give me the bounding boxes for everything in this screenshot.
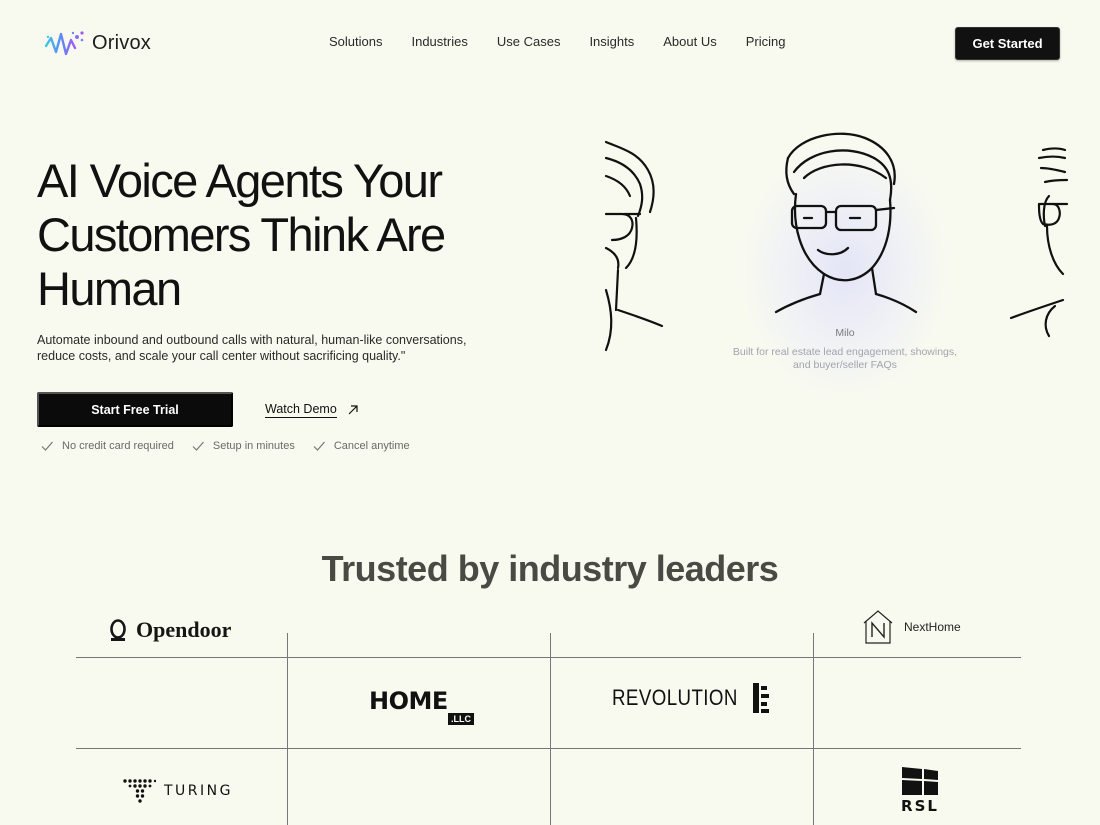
nexthome-house-icon: [863, 610, 893, 644]
perks-list: No credit card required Setup in minutes…: [40, 439, 427, 453]
revolution-wordmark: REVOLUTION: [612, 685, 738, 710]
check-icon: [313, 441, 325, 451]
agent-illustration-prev[interactable]: [600, 140, 680, 360]
perk-item: No credit card required: [40, 439, 174, 453]
perk-item: Setup in minutes: [191, 439, 295, 453]
nav-link-about-us[interactable]: About Us: [663, 34, 716, 49]
waveform-logo-icon: [44, 31, 84, 56]
grid-divider: [813, 633, 814, 825]
agent-portrait-milo: [774, 132, 918, 314]
logo-revolution: REVOLUTION: [612, 682, 770, 714]
logo-turing: TURING: [122, 778, 233, 804]
logo-home-llc: HOME .LLC: [369, 687, 479, 729]
logo-nexthome: NextHome: [862, 609, 961, 645]
brand-name: Orivox: [92, 31, 151, 54]
home-llc-suffix: .LLC: [448, 713, 474, 725]
home-llc-wordmark: HOME: [369, 687, 448, 715]
perk-label: Cancel anytime: [333, 440, 410, 452]
opendoor-mark-icon: [110, 619, 126, 641]
grid-divider: [287, 633, 288, 825]
agent-card-milo[interactable]: Milo Built for real estate lead engageme…: [733, 120, 957, 420]
revolution-building-icon: [753, 683, 770, 713]
hero-subtitle: Automate inbound and outbound calls with…: [37, 333, 467, 363]
check-icon: [192, 441, 204, 451]
perk-label: No credit card required: [62, 440, 174, 452]
logo-opendoor: Opendoor: [109, 617, 231, 643]
nav-link-use-cases[interactable]: Use Cases: [497, 34, 561, 49]
perk-item: Cancel anytime: [312, 439, 410, 453]
nav-link-solutions[interactable]: Solutions: [329, 34, 382, 49]
agent-description: Built for real estate lead engagement, s…: [732, 346, 958, 371]
nav-links: Solutions Industries Use Cases Insights …: [329, 34, 814, 49]
grid-divider: [76, 748, 1021, 749]
rsl-blocks-icon: [902, 767, 938, 795]
arrow-up-right-icon: [348, 405, 358, 415]
brand-logo[interactable]: Orivox: [44, 28, 151, 58]
start-free-trial-button[interactable]: Start Free Trial: [37, 392, 233, 427]
watch-demo-label: Watch Demo: [265, 402, 337, 418]
agent-carousel[interactable]: Milo Built for real estate lead engageme…: [600, 120, 1070, 420]
top-nav: Orivox Solutions Industries Use Cases In…: [0, 0, 1100, 86]
nexthome-wordmark: NextHome: [904, 620, 961, 634]
hero-title: AI Voice Agents Your Customers Think Are…: [37, 154, 446, 315]
turing-wordmark: TURING: [164, 783, 233, 799]
opendoor-wordmark: Opendoor: [136, 617, 232, 642]
check-icon: [41, 441, 53, 451]
trusted-section-title: Trusted by industry leaders: [321, 548, 779, 589]
grid-divider: [550, 633, 551, 825]
turing-dot-t-icon: [123, 779, 156, 803]
nav-link-industries[interactable]: Industries: [411, 34, 467, 49]
perk-label: Setup in minutes: [212, 440, 295, 452]
watch-demo-link[interactable]: Watch Demo: [265, 402, 359, 418]
nav-link-pricing[interactable]: Pricing: [746, 34, 786, 49]
nav-link-insights[interactable]: Insights: [589, 34, 634, 49]
agent-illustration-next[interactable]: [1005, 146, 1070, 346]
get-started-button[interactable]: Get Started: [955, 27, 1060, 60]
agent-name: Milo: [835, 327, 855, 339]
grid-divider: [76, 657, 1021, 658]
rsl-wordmark: RSL: [901, 797, 939, 815]
logo-rsl: RSL: [900, 765, 940, 815]
